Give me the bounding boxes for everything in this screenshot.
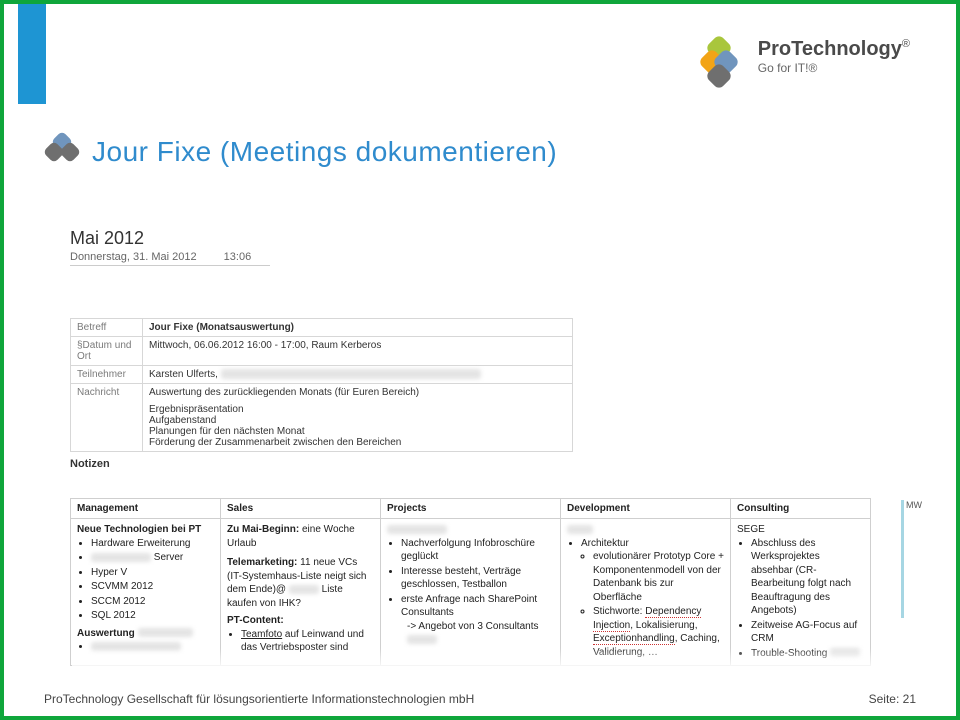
redacted [91, 553, 151, 562]
brand-logo: ProTechnology® Go for IT!® [702, 38, 910, 86]
note-time: 13:06 [224, 251, 252, 263]
label-participants: Teilnehmer [71, 366, 143, 384]
label-date-place: §Datum und Ort [71, 337, 143, 366]
slide-footer: ProTechnology Gesellschaft für lösungsor… [44, 692, 916, 706]
note-page: Mai 2012 Donnerstag, 31. Mai 2012 13:06 … [70, 228, 892, 658]
brand-registered: ® [902, 38, 910, 50]
revision-bar [901, 500, 904, 618]
accent-tab [18, 4, 46, 104]
col-management: Management [71, 499, 221, 519]
label-message: Nachricht [71, 384, 143, 452]
meeting-date-place: Mittwoch, 06.06.2012 16:00 - 17:00, Raum… [143, 337, 573, 366]
redacted [221, 369, 481, 379]
col-projects: Projects [381, 499, 561, 519]
redacted [567, 525, 593, 534]
redacted [289, 585, 319, 594]
redacted [91, 642, 181, 651]
cell-development: Architektur evolutionärer Prototyp Core … [561, 519, 731, 666]
note-meta: Donnerstag, 31. Mai 2012 13:06 [70, 251, 270, 266]
cell-consulting: SEGE Abschluss des Werksprojektes absehb… [731, 519, 871, 666]
meeting-table: Betreff Jour Fixe (Monatsauswertung) §Da… [70, 318, 573, 452]
title-icon [46, 134, 82, 170]
brand-icon [702, 38, 750, 86]
notes-grid: Management Sales Projects Development Co… [70, 498, 871, 666]
col-sales: Sales [221, 499, 381, 519]
footer-company: ProTechnology Gesellschaft für lösungsor… [44, 692, 474, 706]
redacted [387, 525, 447, 534]
note-date: Donnerstag, 31. Mai 2012 [70, 251, 197, 263]
slide-heading: Jour Fixe (Meetings dokumentieren) [46, 134, 557, 170]
meeting-subject: Jour Fixe (Monatsauswertung) [149, 322, 294, 333]
label-subject: Betreff [71, 319, 143, 337]
footer-page: Seite: 21 [869, 692, 916, 706]
note-title: Mai 2012 [70, 228, 892, 249]
redacted [407, 635, 437, 644]
brand-name: ProTechnology [758, 38, 902, 60]
cell-projects: Nachverfolgung Infobroschüre geglückt In… [381, 519, 561, 666]
col-development: Development [561, 499, 731, 519]
redacted [138, 628, 193, 637]
brand-slogan: Go for IT!® [758, 62, 910, 75]
cell-management: Neue Technologien bei PT Hardware Erweit… [71, 519, 221, 666]
notes-heading: Notizen [70, 458, 110, 470]
col-consulting: Consulting [731, 499, 871, 519]
meeting-participants: Karsten Ulferts, [143, 366, 573, 384]
meeting-message: Auswertung des zurückliegenden Monats (f… [143, 384, 573, 452]
cell-sales: Zu Mai-Beginn: eine Woche Urlaub Telemar… [221, 519, 381, 666]
slide-title: Jour Fixe (Meetings dokumentieren) [92, 136, 557, 168]
redacted [830, 648, 860, 657]
revision-author: MW [906, 500, 922, 510]
